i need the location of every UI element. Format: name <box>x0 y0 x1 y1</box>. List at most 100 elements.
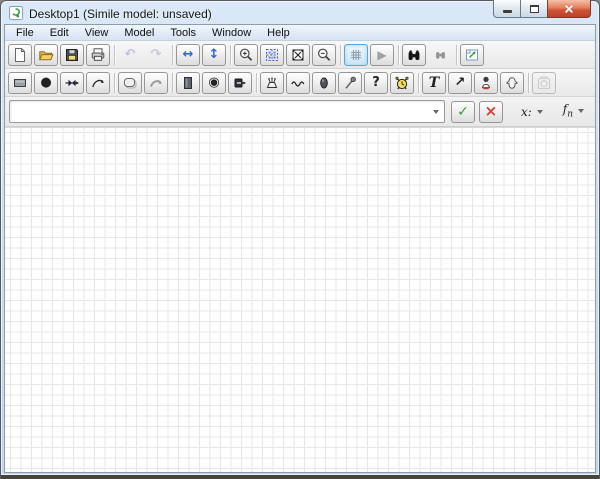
relation-arrow-tool-button[interactable] <box>144 71 168 94</box>
menu-view[interactable]: View <box>77 26 117 40</box>
checkmark-icon: ✓ <box>457 103 469 120</box>
redo-button[interactable]: ↷ <box>144 44 168 66</box>
maximize-icon <box>529 4 539 13</box>
alarm-tool-button[interactable] <box>390 71 414 94</box>
submodel-tool-button[interactable] <box>118 71 142 94</box>
horizontal-arrows-icon: ↔ <box>182 47 194 62</box>
flow-valve-icon <box>65 79 79 86</box>
zoom-out-button[interactable] <box>312 43 336 66</box>
snapshot-tool-button[interactable] <box>532 71 556 94</box>
functions-label: fn <box>562 102 573 120</box>
compartment-tool-button[interactable] <box>8 71 32 94</box>
chevron-down-icon <box>536 109 543 114</box>
query-tool-button[interactable]: ? <box>364 71 388 94</box>
equation-input[interactable] <box>10 103 429 120</box>
variables-label: x: <box>520 104 532 119</box>
variables-menu-button[interactable]: x: <box>515 103 549 121</box>
model-canvas[interactable] <box>5 127 595 472</box>
submodel-icon <box>124 77 137 88</box>
cross-icon: × <box>484 102 498 120</box>
condition-tool-button[interactable]: ◉ <box>202 71 226 94</box>
zoom-in-icon <box>240 48 253 61</box>
channel-tool-button[interactable] <box>228 71 252 94</box>
arrow-pointer-icon: ↗ <box>454 75 466 90</box>
confirm-equation-button[interactable]: ✓ <box>450 100 475 123</box>
toolbar-separator <box>172 44 173 65</box>
chevron-down-icon <box>578 109 584 114</box>
save-floppy-icon <box>66 48 78 61</box>
save-button[interactable] <box>60 43 84 66</box>
squiggle-icon <box>291 80 305 87</box>
export-image-button[interactable] <box>460 43 484 66</box>
ghost-tool-button[interactable] <box>474 71 498 94</box>
multiple-instance-tool-button[interactable] <box>176 71 200 94</box>
toolbar-separator <box>230 44 231 65</box>
close-icon <box>563 3 575 15</box>
run-button[interactable]: ▶ <box>370 43 394 66</box>
zoom-in-button[interactable] <box>234 43 258 66</box>
alarm-clock-icon <box>395 76 409 89</box>
find-button[interactable] <box>402 43 426 66</box>
immigration-tool-button[interactable] <box>286 71 310 94</box>
text-icon: T <box>428 74 440 91</box>
zoom-fit-button[interactable] <box>286 43 310 66</box>
creation-tool-button[interactable] <box>260 71 284 94</box>
variable-tool-button[interactable]: ● <box>34 71 58 94</box>
dummy-tool-button[interactable] <box>500 71 524 94</box>
menu-help[interactable]: Help <box>259 26 298 40</box>
undo-button[interactable]: ↶ <box>118 44 142 66</box>
influence-tool-button[interactable] <box>86 71 110 94</box>
camera-icon <box>538 76 550 89</box>
print-icon <box>91 47 105 61</box>
toolbar-separator <box>398 44 399 65</box>
combo-dropdown-button[interactable] <box>429 101 444 122</box>
menu-window[interactable]: Window <box>204 26 259 40</box>
relation-arrow-icon <box>150 79 162 87</box>
window-controls <box>493 0 591 18</box>
minimize-button[interactable] <box>493 0 521 18</box>
flow-tool-button[interactable] <box>60 71 84 94</box>
text-tool-button[interactable]: T <box>422 71 446 94</box>
question-mark-icon: ? <box>372 75 380 90</box>
new-document-icon <box>15 47 25 62</box>
export-image-icon <box>466 49 478 60</box>
population-tool-button[interactable] <box>312 71 336 94</box>
injection-tool-button[interactable] <box>338 71 362 94</box>
menu-tools[interactable]: Tools <box>162 26 204 40</box>
pointer-tool-button[interactable]: ↗ <box>448 71 472 94</box>
expand-horizontal-button[interactable]: ↔ <box>176 43 200 66</box>
find-again-button[interactable] <box>428 44 452 66</box>
redo-icon: ↷ <box>150 47 162 62</box>
oval-icon <box>320 77 328 88</box>
toolbar-separator <box>528 72 529 93</box>
compartment-icon <box>14 78 26 87</box>
tools-toolbar: ● ◉ ? T ↗ <box>5 69 595 97</box>
close-button[interactable] <box>547 0 591 18</box>
menu-file[interactable]: File <box>8 26 42 40</box>
cancel-equation-button[interactable]: × <box>478 100 503 123</box>
new-model-button[interactable] <box>8 43 32 66</box>
influence-arrow-icon <box>92 79 104 87</box>
app-window: Desktop1 (Simile model: unsaved) File Ed… <box>0 0 600 479</box>
zoom-normal-button[interactable] <box>260 43 284 66</box>
functions-menu-button[interactable]: fn <box>557 100 590 122</box>
fit-window-icon <box>292 49 304 60</box>
equation-combobox[interactable] <box>9 100 445 123</box>
grid-toggle-button[interactable] <box>344 43 368 66</box>
expand-vertical-button[interactable]: ↕ <box>202 43 226 66</box>
pixel-grid-icon <box>266 48 278 61</box>
toolbar-separator <box>456 44 457 65</box>
title-bar: Desktop1 (Simile model: unsaved) <box>4 0 596 24</box>
toolbar-separator <box>256 72 257 93</box>
print-button[interactable] <box>86 43 110 66</box>
open-button[interactable] <box>34 43 58 66</box>
maximize-button[interactable] <box>520 0 548 18</box>
minimize-icon <box>502 10 512 13</box>
menu-model[interactable]: Model <box>116 26 162 40</box>
square-arrow-icon <box>234 78 246 87</box>
client-area: File Edit View Model Tools Window Help ↶… <box>4 24 596 473</box>
chevron-down-icon <box>433 109 440 114</box>
menu-edit[interactable]: Edit <box>42 26 77 40</box>
pin-icon <box>345 76 356 89</box>
play-icon: ▶ <box>377 47 387 62</box>
